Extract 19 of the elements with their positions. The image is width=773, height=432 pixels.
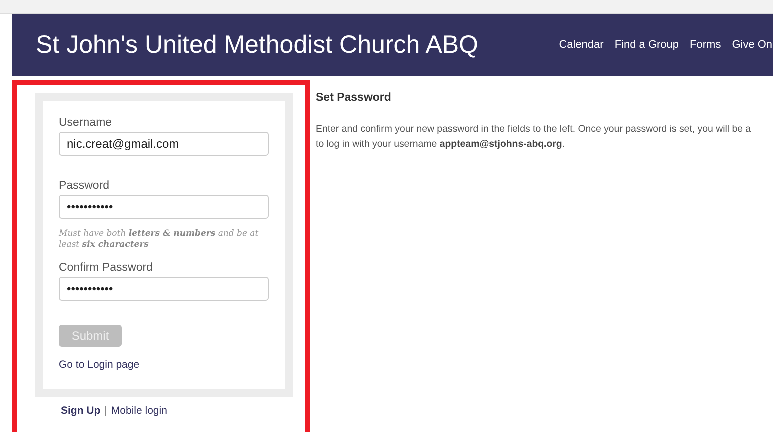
input-field[interactable]: ••••••••••• bbox=[59, 195, 269, 219]
sign-up-link[interactable]: Sign Up bbox=[61, 404, 101, 417]
login-link[interactable]: Go to Login page bbox=[59, 358, 140, 371]
site-title: St John's United Methodist Church ABQ bbox=[36, 30, 478, 60]
input-field[interactable]: ••••••••••• bbox=[59, 276, 269, 301]
field-label: Password bbox=[59, 180, 110, 192]
nav-link[interactable]: Calendar bbox=[559, 39, 604, 51]
info-text: Enter and confirm your new password in the fields to the left. Once your password is set, you will be a bbox=[316, 123, 752, 137]
field-label: Confirm Password bbox=[59, 262, 154, 274]
input-field[interactable]: nic.creat@gmail.com bbox=[59, 132, 269, 156]
mobile-login-link[interactable]: Mobile login bbox=[111, 404, 168, 417]
nav-link[interactable]: Give Onl bbox=[732, 39, 773, 51]
section-heading: Set Password bbox=[316, 92, 392, 104]
field-label: Username bbox=[59, 117, 114, 129]
nav-link[interactable]: Find a Group bbox=[614, 39, 680, 51]
password-hint: Must have both letters & numbers and be at least six characters bbox=[59, 229, 260, 252]
nav-link[interactable]: Forms bbox=[690, 39, 722, 51]
info-text: to log in with your username appteam@stjohns-abq.org. bbox=[316, 138, 566, 152]
separator: | bbox=[104, 404, 108, 417]
